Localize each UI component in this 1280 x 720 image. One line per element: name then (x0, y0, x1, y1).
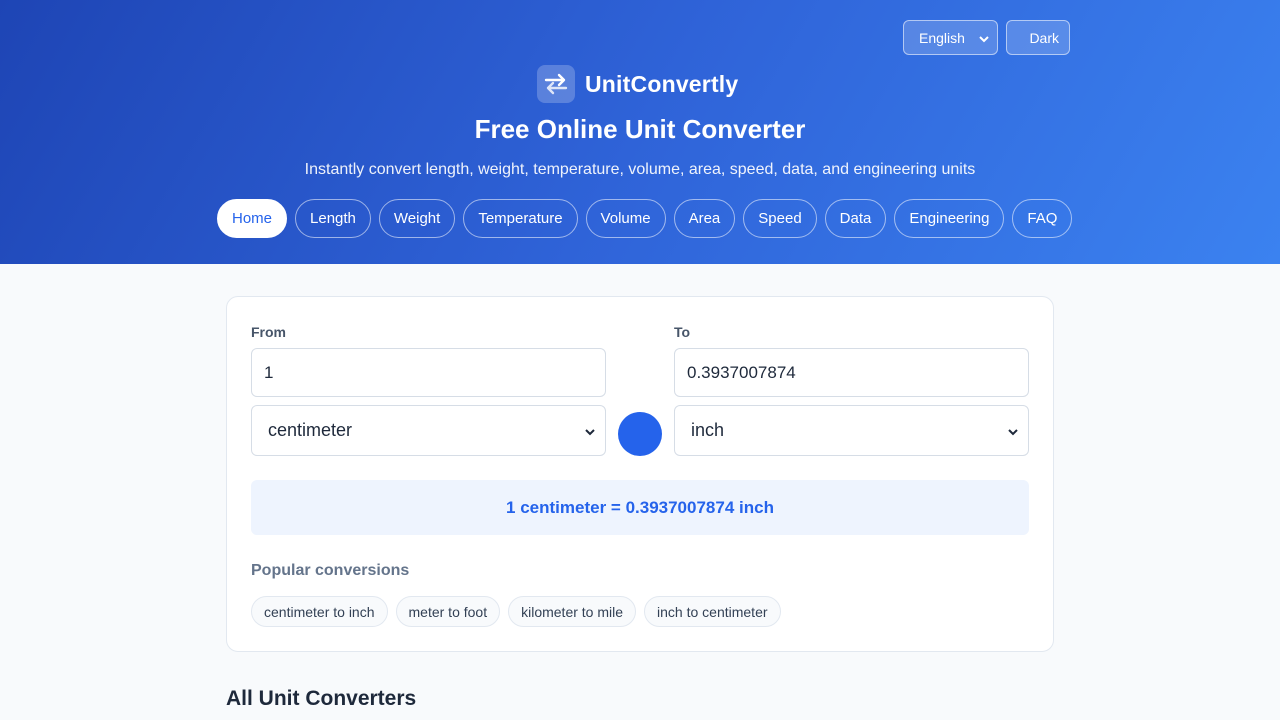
page-title: Free Online Unit Converter (474, 114, 806, 144)
conversion-result: 1 centimeter = 0.3937007874 inch (251, 480, 1029, 535)
chevron-down-icon (1008, 420, 1018, 441)
nav-item-area[interactable]: Area (673, 199, 736, 238)
nav-item-engineering[interactable]: Engineering (894, 199, 1005, 238)
nav-item-weight[interactable]: Weight (378, 199, 456, 238)
popular-conversion-chip[interactable]: meter to foot (395, 596, 501, 627)
nav-item-length[interactable]: Length (295, 199, 371, 238)
converter-card: From To 1 0.3937007874 centimeter inch 1… (226, 296, 1054, 652)
category-nav: Home Length Weight Temperature Volume Ar… (217, 199, 1073, 238)
chevron-down-icon (979, 30, 989, 46)
popular-conversions-list: centimeter to inch meter to foot kilomet… (251, 596, 781, 627)
brand-name: UnitConvertly (585, 70, 739, 97)
language-select-value: English (919, 29, 965, 46)
nav-item-faq[interactable]: FAQ (1012, 199, 1073, 238)
nav-item-data[interactable]: Data (824, 199, 887, 238)
nav-item-volume[interactable]: Volume (585, 199, 666, 238)
language-select[interactable]: English (903, 20, 998, 55)
site-header: English Dark UnitConvertly Free Online U… (0, 0, 1280, 264)
popular-conversions-title: Popular conversions (251, 562, 410, 579)
theme-toggle-button[interactable]: Dark (1006, 20, 1070, 55)
to-unit-value: inch (691, 420, 725, 440)
top-controls: English Dark (903, 20, 1070, 55)
from-value-text: 1 (264, 362, 274, 382)
to-label: To (674, 324, 691, 340)
swap-arrows-icon (537, 65, 575, 103)
all-converters-heading: All Unit Converters (226, 687, 417, 710)
swap-units-button[interactable] (618, 412, 662, 456)
from-unit-value: centimeter (268, 420, 353, 440)
to-unit-select[interactable]: inch (674, 405, 1029, 456)
popular-conversion-chip[interactable]: kilometer to mile (508, 596, 637, 627)
to-value-text: 0.3937007874 (687, 362, 796, 382)
from-value-input[interactable]: 1 (251, 348, 606, 397)
page-subtitle: Instantly convert length, weight, temper… (304, 161, 976, 178)
nav-item-home[interactable]: Home (217, 199, 288, 238)
theme-toggle-label: Dark (1029, 29, 1059, 46)
from-label: From (251, 324, 286, 340)
popular-conversion-chip[interactable]: inch to centimeter (644, 596, 781, 627)
to-value-input[interactable]: 0.3937007874 (674, 348, 1029, 397)
brand[interactable]: UnitConvertly (537, 65, 738, 103)
nav-item-speed[interactable]: Speed (743, 199, 817, 238)
nav-item-temperature[interactable]: Temperature (463, 199, 578, 238)
chevron-down-icon (585, 420, 595, 441)
from-unit-select[interactable]: centimeter (251, 405, 606, 456)
popular-conversion-chip[interactable]: centimeter to inch (251, 596, 388, 627)
